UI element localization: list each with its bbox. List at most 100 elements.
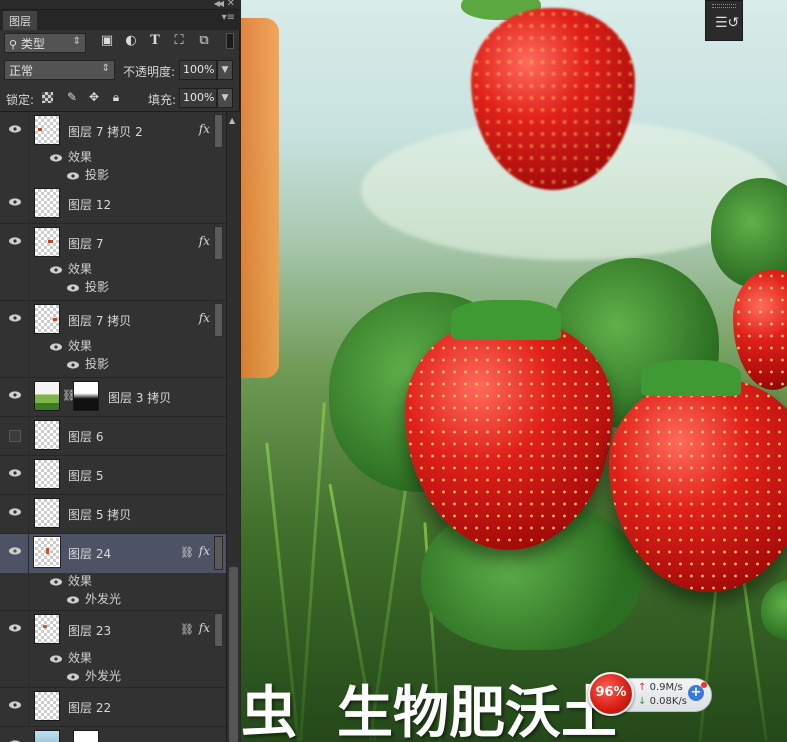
effects-label: 效果 [68,150,93,164]
link-icon[interactable]: ⛓ [180,623,194,636]
layer-mask-thumbnail[interactable] [73,381,99,411]
layer-row[interactable]: 图层 7 拷贝 fx 效果 投影 [0,301,226,378]
scroll-up-arrow-icon[interactable]: ▲ [229,116,235,125]
visibility-eye-icon[interactable] [67,672,79,681]
layer-name[interactable]: 图层 7 拷贝 [68,312,131,329]
layer-row[interactable]: 图层 5 [0,456,226,495]
visibility-eye-icon[interactable] [9,237,21,245]
visibility-eye-icon[interactable] [67,360,79,369]
effects-expand-toggle[interactable] [214,303,223,337]
layer-row[interactable]: 图层 22 [0,688,226,727]
visibility-eye-icon[interactable] [9,701,21,709]
filter-shape-icon[interactable]: ⛶ [172,34,186,48]
visibility-eye-icon[interactable] [9,508,21,516]
effects-expand-toggle[interactable] [214,613,223,647]
memory-percent: 96% [595,685,627,700]
effect-item[interactable]: 外发光 [67,667,121,685]
opacity-dropdown-arrow-icon[interactable]: ▼ [217,60,233,80]
filter-type-icon[interactable]: T [148,34,162,48]
effects-expand-toggle[interactable] [214,536,223,570]
fx-icon[interactable]: fx [199,311,210,325]
lock-brush-icon[interactable]: ✎ [65,90,79,104]
fx-icon[interactable]: fx [199,621,210,635]
fill-dropdown-arrow-icon[interactable]: ▼ [217,88,233,108]
fx-icon[interactable]: fx [199,544,210,558]
visibility-eye-icon[interactable] [50,577,62,586]
fx-icon[interactable]: fx [199,234,210,248]
download-arrow-icon: ↓ [638,696,647,707]
collapse-panel-icon[interactable]: ◀◀ [214,0,224,8]
filter-kind-dropdown[interactable]: ⚲ 类型 ⇕ [4,33,86,53]
layer-row[interactable] [0,727,226,742]
blend-mode-dropdown[interactable]: 正常 ⇕ [4,60,115,80]
filter-smart-object-icon[interactable]: ⧉ [197,34,211,48]
visibility-eye-icon[interactable] [9,624,21,632]
effect-item[interactable]: 投影 [67,166,109,184]
fill-input[interactable]: 100% [179,88,217,108]
visibility-toggle-empty[interactable] [9,430,21,442]
layer-row[interactable]: 图层 6 [0,417,226,456]
effect-item[interactable]: 外发光 [67,590,121,608]
visibility-eye-icon[interactable] [50,153,62,162]
visibility-eye-icon[interactable] [9,469,21,477]
layer-name[interactable]: 图层 3 拷贝 [108,389,171,406]
layer-row[interactable]: 图层 7 拷贝 2 fx 效果 投影 [0,112,226,189]
layer-row[interactable]: ⛓ 图层 3 拷贝 [0,378,226,417]
visibility-eye-icon[interactable] [9,547,21,555]
layer-row-selected[interactable]: 图层 24 ⛓ fx 效果 外发光 [0,534,226,611]
document-canvas[interactable]: ☰↺ 虫 生物肥沃土 [241,0,787,742]
tab-layers[interactable]: 图层 [3,11,37,30]
layer-row[interactable]: 图层 12 [0,185,226,224]
effects-group[interactable]: 效果 [50,148,92,166]
layer-name[interactable]: 图层 12 [68,196,111,213]
link-icon[interactable]: ⛓ [180,546,194,559]
effect-item[interactable]: 投影 [67,355,109,373]
layers-scrollbar[interactable]: ▲ [226,112,240,742]
layer-row[interactable]: 图层 23 ⛓ fx 效果 外发光 [0,611,226,688]
boost-plus-icon[interactable]: + [688,682,707,701]
layer-row[interactable]: 图层 5 拷贝 [0,495,226,534]
visibility-eye-icon[interactable] [67,595,79,604]
history-panel-button[interactable]: ☰↺ [705,0,743,41]
visibility-eye-icon[interactable] [9,198,21,206]
visibility-eye-icon[interactable] [50,265,62,274]
visibility-eye-icon[interactable] [50,654,62,663]
fx-icon[interactable]: fx [199,122,210,136]
layer-name[interactable]: 图层 7 [68,235,103,252]
visibility-eye-icon[interactable] [9,391,21,399]
effects-group[interactable]: 效果 [50,572,92,590]
layer-thumbnail [33,536,61,568]
lock-transparent-icon[interactable] [42,92,53,103]
filter-pixel-icon[interactable]: ▣ [100,34,114,48]
panel-menu-icon[interactable]: ▾≡ [222,12,235,23]
layer-name[interactable]: 图层 7 拷贝 2 [68,123,143,140]
opacity-input[interactable]: 100% [179,60,217,80]
visibility-eye-icon[interactable] [50,342,62,351]
layer-mask-thumbnail[interactable] [73,730,99,742]
filter-adjustment-icon[interactable]: ◐ [124,34,138,48]
visibility-eye-icon[interactable] [67,283,79,292]
lock-position-icon[interactable]: ✥ [87,90,101,104]
scrollbar-thumb[interactable] [229,567,238,742]
layer-row[interactable]: 图层 7 fx 效果 投影 [0,224,226,301]
effects-group[interactable]: 效果 [50,649,92,667]
visibility-eye-icon[interactable] [67,171,79,180]
network-speed-widget[interactable]: 96% ↑ 0.9M/s ↓ 0.08K/s + [588,672,712,716]
lock-all-icon[interactable]: 🔒︎ [109,90,123,104]
effects-group[interactable]: 效果 [50,260,92,278]
layer-name[interactable]: 图层 24 [68,545,111,562]
close-panel-icon[interactable]: ✕ [227,0,235,9]
effects-expand-toggle[interactable] [214,226,223,260]
effect-item[interactable]: 投影 [67,278,109,296]
effects-group[interactable]: 效果 [50,337,92,355]
layer-name[interactable]: 图层 5 [68,467,103,484]
layer-name[interactable]: 图层 5 拷贝 [68,506,131,523]
filter-toggle-switch[interactable] [226,33,234,49]
dropdown-arrow-icon: ⇕ [72,36,81,47]
layer-name[interactable]: 图层 23 [68,622,111,639]
visibility-eye-icon[interactable] [9,125,21,133]
effects-expand-toggle[interactable] [214,114,223,148]
visibility-eye-icon[interactable] [9,314,21,322]
layer-name[interactable]: 图层 22 [68,699,111,716]
layer-name[interactable]: 图层 6 [68,428,103,445]
